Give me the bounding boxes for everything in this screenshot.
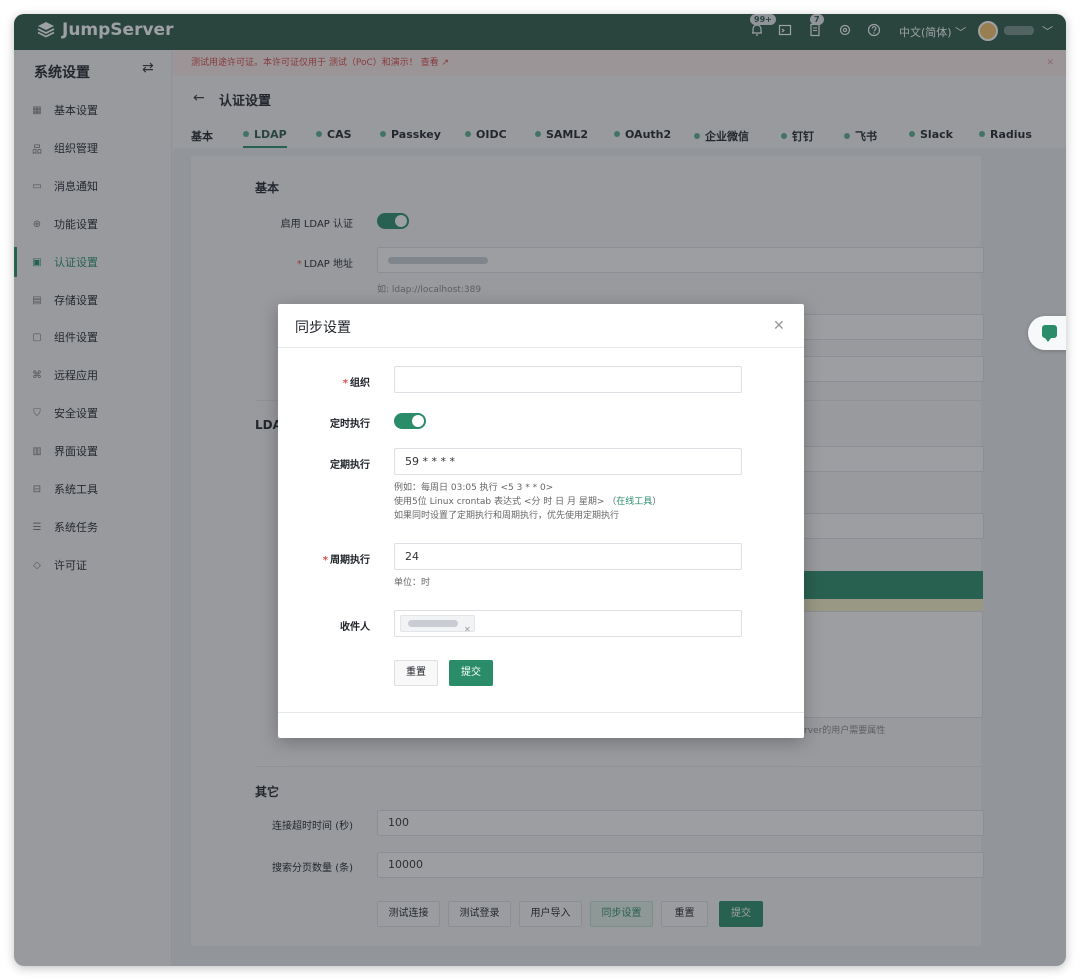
recipient-name-blurred xyxy=(408,620,458,627)
crontab-hint-prefix: 使用5位 Linux crontab 表达式 <分 时 日 月 星期> （ xyxy=(394,497,617,507)
org-label-text: 组织 xyxy=(350,378,370,389)
app-window: JumpServer 99+ 7 中文(简体) ﹀ ﹀ 系统设置 ⇄ ▦ 基本设… xyxy=(14,14,1066,966)
crontab-hint-priority: 如果同时设置了定期执行和周期执行，优先使用定期执行 xyxy=(394,511,620,521)
crontab-label: 定期执行 xyxy=(330,460,370,471)
online-tool-link[interactable]: 在线工具 xyxy=(616,497,652,507)
dialog-submit-button[interactable]: 提交 xyxy=(449,660,493,686)
dialog-reset-button[interactable]: 重置 xyxy=(394,660,438,686)
sync-settings-dialog: 同步设置 ✕ * 组织 定时执行 定期执行 59 * * * * 例如：每周日 0… xyxy=(278,304,804,738)
recipient-tag: ✕ xyxy=(400,615,475,634)
recipients-label: 收件人 xyxy=(340,622,370,633)
dialog-title: 同步设置 xyxy=(295,320,351,336)
org-label: * 组织 xyxy=(342,378,370,389)
chat-assistant-button[interactable] xyxy=(1028,316,1066,350)
close-icon[interactable]: ✕ xyxy=(773,318,785,334)
interval-input[interactable]: 24 xyxy=(394,543,742,570)
dialog-footer-divider xyxy=(278,712,804,713)
org-select[interactable] xyxy=(394,366,742,393)
interval-label: * 周期执行 xyxy=(322,555,370,566)
interval-label-text: 周期执行 xyxy=(330,555,370,566)
crontab-input[interactable]: 59 * * * * xyxy=(394,448,742,475)
crontab-hint-format: 使用5位 Linux crontab 表达式 <分 时 日 月 星期> （在线工… xyxy=(394,495,661,509)
tag-close-icon[interactable]: ✕ xyxy=(464,617,471,642)
chat-bubble-icon xyxy=(1042,325,1057,342)
interval-unit-hint: 单位：时 xyxy=(394,578,431,588)
timer-toggle[interactable] xyxy=(394,413,426,429)
dialog-header-divider xyxy=(278,347,804,348)
crontab-hint-example: 例如：每周日 03:05 执行 <5 3 * * 0> xyxy=(394,483,554,493)
timer-label: 定时执行 xyxy=(330,419,370,430)
crontab-hint: 例如：每周日 03:05 执行 <5 3 * * 0> 使用5位 Linux c… xyxy=(394,481,661,523)
recipients-select[interactable]: ✕ xyxy=(394,610,742,637)
crontab-hint-suffix: ） xyxy=(652,497,662,507)
